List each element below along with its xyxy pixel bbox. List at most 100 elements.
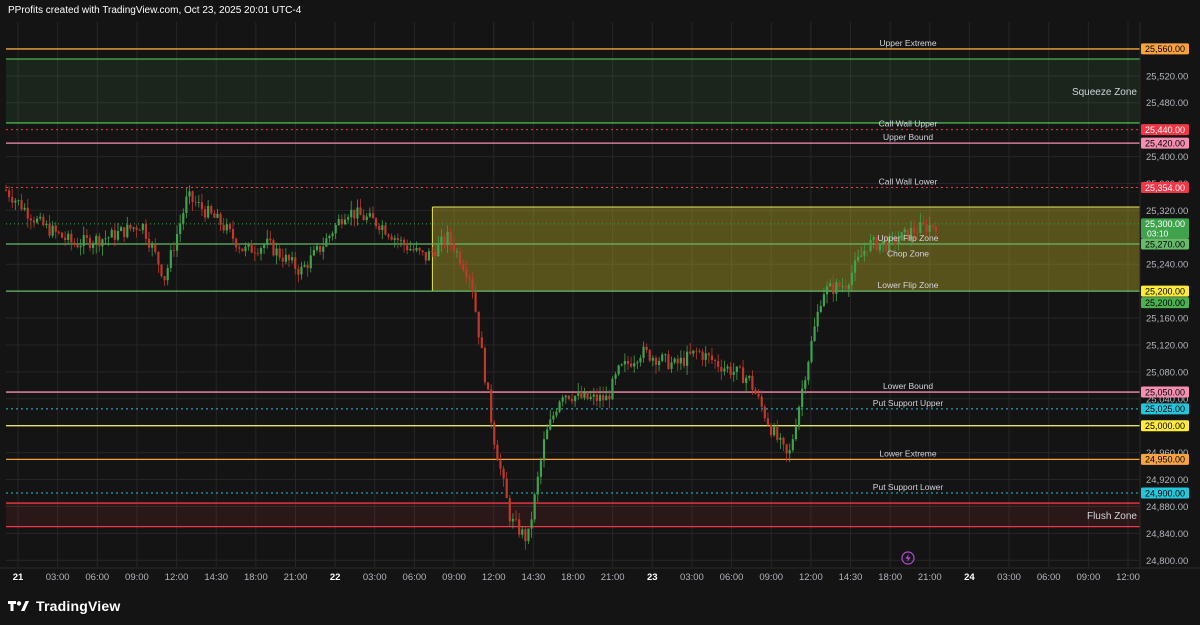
candle-body xyxy=(779,437,782,440)
price-tag-label: 24,900.00 xyxy=(1145,488,1185,498)
candle-body xyxy=(213,213,216,218)
candle-body xyxy=(132,227,135,229)
candle-body xyxy=(502,468,505,479)
time-tick-label: 18:00 xyxy=(878,572,902,583)
candle-body xyxy=(458,251,462,265)
candle-body xyxy=(8,190,11,198)
candle-body xyxy=(866,250,869,252)
candle-body xyxy=(763,406,766,419)
level-label: Lower Flip Zone xyxy=(878,280,939,290)
time-tick-label: 09:00 xyxy=(1076,572,1100,583)
price-tick-label: 25,320.00 xyxy=(1146,206,1188,217)
candle-body xyxy=(741,367,745,384)
zone-label: Squeeze Zone xyxy=(1072,87,1137,98)
candle-body xyxy=(505,478,508,499)
candle-body xyxy=(101,239,104,247)
candle-body xyxy=(259,248,263,254)
candle-body xyxy=(275,248,278,256)
candle-body xyxy=(337,219,340,226)
candle-body xyxy=(922,222,925,224)
candle-body xyxy=(415,247,418,251)
zone-squeeze-zone[interactable] xyxy=(6,59,1140,123)
candle-body xyxy=(542,439,546,461)
candle-body xyxy=(645,346,648,351)
level-label: Lower Bound xyxy=(883,381,933,391)
candle-body xyxy=(583,392,586,398)
misc-layer xyxy=(901,551,915,565)
price-tick-label: 25,080.00 xyxy=(1146,367,1188,378)
candle-body xyxy=(375,218,378,226)
candle-body xyxy=(791,439,794,451)
candle-body xyxy=(567,395,570,399)
candle-body xyxy=(123,227,126,238)
price-tick-label: 25,120.00 xyxy=(1146,340,1188,351)
candle-body xyxy=(207,206,210,218)
candle-body xyxy=(353,209,356,219)
candle-body xyxy=(561,397,564,402)
candle-body xyxy=(319,246,322,252)
candle-body xyxy=(79,246,82,248)
candle-body xyxy=(549,419,552,430)
candle-body xyxy=(303,264,306,267)
candle-body xyxy=(300,266,303,275)
level-label: Call Wall Upper xyxy=(879,119,938,129)
candle-body xyxy=(626,360,630,364)
time-tick-label: 12:00 xyxy=(482,572,506,583)
candle-body xyxy=(151,244,154,248)
zone-flush-zone[interactable] xyxy=(6,503,1140,527)
candle-body xyxy=(692,350,695,354)
candle-body xyxy=(427,251,431,261)
candle-body xyxy=(247,243,250,247)
candle-body xyxy=(726,366,729,369)
candle-body xyxy=(384,225,387,235)
candle-body xyxy=(437,243,440,257)
candle-body xyxy=(857,256,860,261)
tradingview-logo[interactable]: TradingView xyxy=(8,597,120,615)
candle-body xyxy=(480,337,483,349)
time-tick-label: 21 xyxy=(13,572,24,583)
candle-body xyxy=(552,415,555,420)
candle-body xyxy=(54,225,57,232)
candle-body xyxy=(434,251,437,257)
candle-body xyxy=(172,250,176,251)
time-tick-label: 24 xyxy=(964,572,975,583)
candle-body xyxy=(455,251,459,253)
candle-body xyxy=(443,236,446,245)
candle-body xyxy=(620,364,623,366)
price-tick-label: 24,840.00 xyxy=(1146,529,1188,540)
candle-body xyxy=(682,357,686,366)
zone-label: Chop Zone xyxy=(887,248,929,258)
candle-body xyxy=(203,209,207,218)
candle-body xyxy=(147,238,151,248)
candle-body xyxy=(776,427,779,440)
candle-body xyxy=(919,222,922,233)
candle-body xyxy=(200,202,204,210)
candle-body xyxy=(238,247,241,249)
candle-body xyxy=(729,366,732,375)
candle-body xyxy=(126,224,129,238)
lightning-icon[interactable] xyxy=(901,551,915,565)
candle-body xyxy=(773,427,776,436)
price-tag-label: 25,000.00 xyxy=(1145,421,1185,431)
price-tag-countdown: 03:10 xyxy=(1147,228,1169,238)
candle-body xyxy=(630,363,633,367)
candle-body xyxy=(281,257,284,262)
candle-body xyxy=(107,237,110,239)
candle-body xyxy=(160,264,163,277)
price-tick-label: 25,520.00 xyxy=(1146,71,1188,82)
candle-body xyxy=(266,238,269,245)
time-tick-label: 06:00 xyxy=(1037,572,1061,583)
candle-body xyxy=(82,235,85,247)
zone-chop-zone[interactable] xyxy=(432,207,1140,292)
zone-label: Flush Zone xyxy=(1087,511,1137,522)
candle-body xyxy=(710,355,714,361)
candle-body xyxy=(36,218,39,223)
level-label: Put Support Upper xyxy=(873,398,944,408)
candle-body xyxy=(527,528,530,542)
candle-body xyxy=(539,460,542,477)
candle-body xyxy=(57,231,60,233)
candle-body xyxy=(810,341,813,362)
candlestick-chart[interactable]: Upper Extreme Call Wall Upper Upper Bound C… xyxy=(0,0,1200,625)
time-tick-label: 06:00 xyxy=(403,572,427,583)
candle-body xyxy=(822,294,826,307)
